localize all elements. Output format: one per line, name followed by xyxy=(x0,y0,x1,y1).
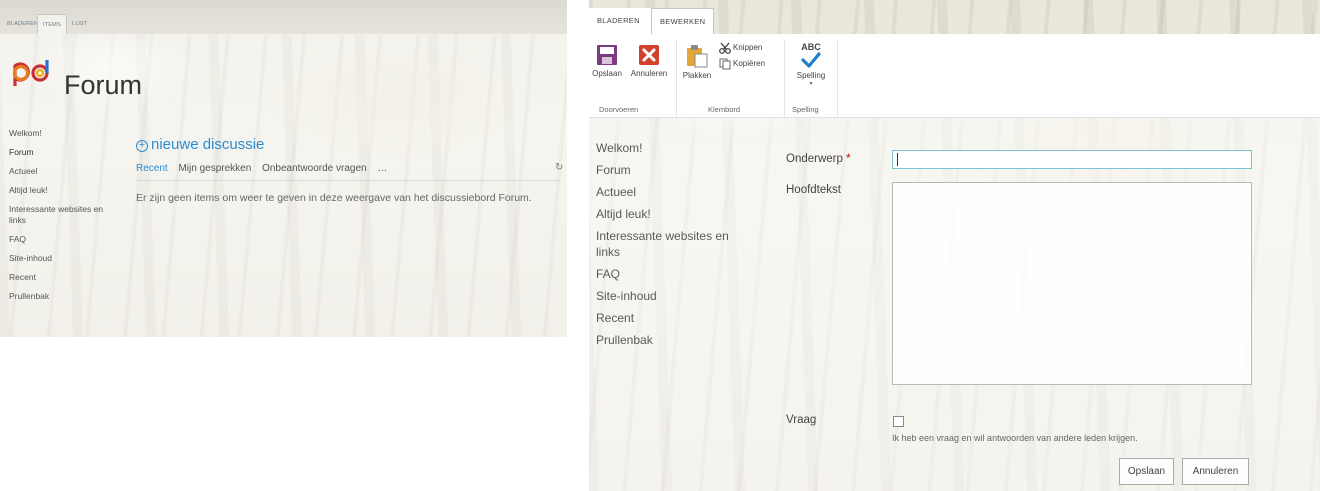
new-discussion-form-view: BLADEREN BEWERKEN Opslaan Annuleren Plak… xyxy=(589,0,1320,491)
scissors-icon xyxy=(719,42,731,54)
question-checkbox[interactable] xyxy=(893,416,904,427)
ribbon-copy-label: Kopiëren xyxy=(733,59,766,69)
nav-item-forum[interactable]: Forum xyxy=(9,147,119,158)
body-label: Hoofdtekst xyxy=(786,184,841,196)
nav-item-interessante-websites[interactable]: Interessante websites en links xyxy=(596,228,736,260)
required-marker: * xyxy=(846,153,851,165)
nav-item-welkom[interactable]: Welkom! xyxy=(9,128,119,139)
ribbon-spelling-label: Spelling xyxy=(796,71,826,80)
subject-label: Onderwerp * xyxy=(786,153,851,165)
tab-bewerken[interactable]: BEWERKEN xyxy=(651,8,715,34)
spelling-abc-text: ABC xyxy=(801,42,821,52)
cancel-button[interactable]: Annuleren xyxy=(1182,458,1249,485)
body-textarea[interactable] xyxy=(892,182,1252,385)
nav-item-prullenbak[interactable]: Prullenbak xyxy=(596,332,746,348)
group-label-doorvoeren: Doorvoeren xyxy=(599,105,639,114)
quick-launch-nav: Welkom! Forum Actueel Altijd leuk! Inter… xyxy=(9,128,119,310)
ribbon-paste-button[interactable]: Plakken xyxy=(679,44,715,80)
question-description: Ik heb een vraag en wil antwoorden van a… xyxy=(892,433,1138,443)
new-discussion-label: nieuwe discussie xyxy=(151,136,265,153)
refresh-icon[interactable]: ↻ xyxy=(555,162,563,173)
ribbon-paste-label: Plakken xyxy=(682,71,712,80)
spelling-check-icon xyxy=(801,52,821,68)
ribbon-cancel-label: Annuleren xyxy=(630,69,668,78)
ribbon-cut-button[interactable]: Knippen xyxy=(719,42,762,54)
nav-item-faq[interactable]: FAQ xyxy=(596,266,746,282)
chevron-down-icon: ▾ xyxy=(809,81,813,87)
question-label: Vraag xyxy=(786,414,817,426)
nav-item-altijd-leuk[interactable]: Altijd leuk! xyxy=(9,185,119,196)
nav-item-faq[interactable]: FAQ xyxy=(9,234,119,245)
nav-item-site-inhoud[interactable]: Site-inhoud xyxy=(596,288,746,304)
view-recent[interactable]: Recent xyxy=(136,163,168,174)
nav-item-actueel[interactable]: Actueel xyxy=(9,166,119,177)
ribbon-tab-bar: BLADEREN BEWERKEN xyxy=(589,0,1320,34)
copy-icon xyxy=(719,58,731,70)
tab-lijst[interactable]: LIJST xyxy=(67,14,92,34)
view-onbeantwoorde-vragen[interactable]: Onbeantwoorde vragen xyxy=(262,163,367,174)
save-icon xyxy=(597,45,617,65)
view-mijn-gesprekken[interactable]: Mijn gesprekken xyxy=(178,163,251,174)
nav-item-prullenbak[interactable]: Prullenbak xyxy=(9,291,119,302)
subject-label-text: Onderwerp xyxy=(786,153,843,165)
divider xyxy=(136,180,560,181)
site-title: Forum xyxy=(64,70,143,100)
forum-list-view: BLADEREN ITEMS LIJST Forum Welkom! Forum… xyxy=(0,0,567,337)
nav-item-site-inhoud[interactable]: Site-inhoud xyxy=(9,253,119,264)
ribbon-group-separator xyxy=(837,40,838,116)
ribbon-cut-label: Knippen xyxy=(733,43,763,53)
logo-icon[interactable] xyxy=(10,56,54,90)
plus-circle-icon: + xyxy=(136,140,148,152)
form-content-area: Welkom! Forum Actueel Altijd leuk! Inter… xyxy=(589,118,1320,491)
ribbon-copy-button[interactable]: Kopiëren xyxy=(719,58,765,70)
nav-item-forum[interactable]: Forum xyxy=(596,162,746,178)
text-cursor xyxy=(897,153,898,166)
tab-bladeren[interactable]: BLADEREN xyxy=(589,8,651,34)
group-label-spelling: Spelling xyxy=(792,105,819,114)
ribbon-cancel-button[interactable]: Annuleren xyxy=(625,44,673,78)
new-discussion-link[interactable]: + nieuwe discussie xyxy=(136,136,264,153)
tab-items[interactable]: ITEMS xyxy=(37,14,67,34)
ribbon-tab-bar: BLADEREN ITEMS LIJST xyxy=(0,0,567,34)
paste-icon xyxy=(687,45,708,68)
subject-input[interactable] xyxy=(892,150,1252,169)
nav-item-welkom[interactable]: Welkom! xyxy=(596,140,746,156)
nav-item-interessante-websites[interactable]: Interessante websites en links xyxy=(9,204,119,226)
nav-item-actueel[interactable]: Actueel xyxy=(596,184,746,200)
ribbon-group-separator xyxy=(676,40,677,116)
nav-item-recent[interactable]: Recent xyxy=(9,272,119,283)
ribbon-save-label: Opslaan xyxy=(592,69,622,78)
view-selector: Recent Mijn gesprekken Onbeantwoorde vra… xyxy=(136,163,395,174)
empty-list-message: Er zijn geen items om weer te geven in d… xyxy=(136,192,532,204)
save-button[interactable]: Opslaan xyxy=(1119,458,1174,485)
nav-item-recent[interactable]: Recent xyxy=(596,310,746,326)
view-more-ellipsis[interactable]: … xyxy=(377,163,387,174)
ribbon-save-button[interactable]: Opslaan xyxy=(589,44,629,78)
ribbon-spelling-button[interactable]: ABC Spelling ▾ xyxy=(791,42,831,87)
group-label-klembord: Klembord xyxy=(708,105,741,114)
ribbon-toolbar: Opslaan Annuleren Plakken Knippen Kopiër… xyxy=(589,34,1320,118)
nav-item-altijd-leuk[interactable]: Altijd leuk! xyxy=(596,206,746,222)
cancel-icon xyxy=(639,45,659,65)
quick-launch-nav: Welkom! Forum Actueel Altijd leuk! Inter… xyxy=(596,140,746,354)
ribbon-group-separator xyxy=(784,40,785,116)
